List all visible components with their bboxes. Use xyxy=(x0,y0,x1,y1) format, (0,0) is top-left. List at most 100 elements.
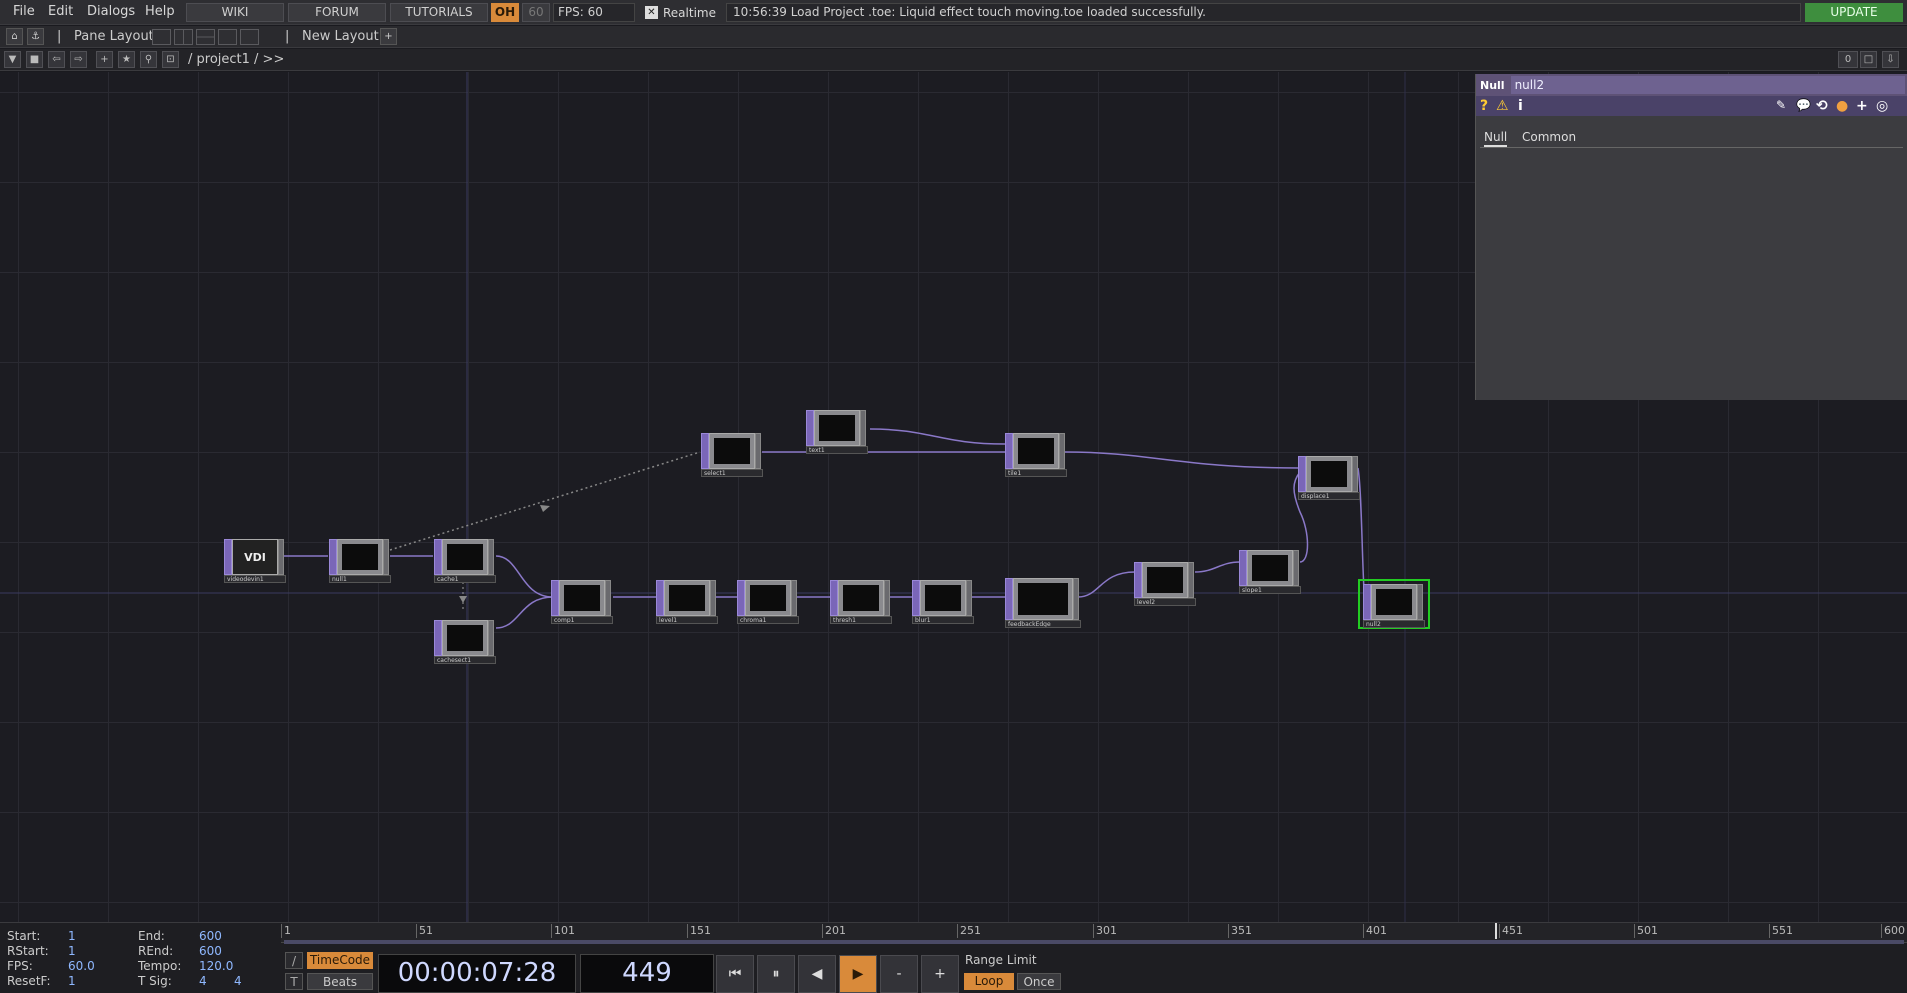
operator-name: text1 xyxy=(806,446,868,454)
reset-icon[interactable]: ⟲ xyxy=(1816,98,1828,114)
comment-icon[interactable]: 💬 xyxy=(1796,98,1811,112)
frame-display[interactable]: 449 xyxy=(580,954,714,993)
operator-null1[interactable]: null1 xyxy=(329,539,391,583)
playhead[interactable] xyxy=(1495,923,1497,939)
edit-icon[interactable]: ✎ xyxy=(1776,98,1786,112)
menu-dialogs[interactable]: Dialogs xyxy=(87,4,135,19)
help-icon[interactable]: ? xyxy=(1480,98,1488,114)
wiki-button[interactable]: WIKI xyxy=(186,3,284,22)
pane-layout-single-icon[interactable] xyxy=(152,29,171,45)
tempo-value[interactable]: 120.0 xyxy=(199,959,233,973)
tab-common[interactable]: Common xyxy=(1522,130,1576,144)
status-message: 10:56:39 Load Project .toe: Liquid effec… xyxy=(726,3,1801,22)
new-layout-label: New Layout xyxy=(302,29,379,44)
fps-display: FPS: 60 xyxy=(553,3,635,22)
tab-null[interactable]: Null xyxy=(1484,130,1508,147)
step-minus-button[interactable]: - xyxy=(880,955,918,993)
stop-icon[interactable]: ■ xyxy=(26,51,43,68)
tutorials-button[interactable]: TUTORIALS xyxy=(390,3,488,22)
operator-cache1[interactable]: cache1 xyxy=(434,539,496,583)
menu-help[interactable]: Help xyxy=(145,4,175,19)
timecode-display[interactable]: 00:00:07:28 xyxy=(378,954,576,993)
step-plus-button[interactable]: + xyxy=(921,955,959,993)
range-limit-label: Range Limit xyxy=(965,953,1037,967)
resetf-label: ResetF: xyxy=(7,974,51,988)
add-param-icon[interactable]: + xyxy=(1856,98,1868,114)
info-icon[interactable]: i xyxy=(1518,98,1523,114)
operator-videodevin1[interactable]: VDI videodevin1 xyxy=(224,539,286,583)
pause-button[interactable]: ⏸ xyxy=(757,955,795,993)
search-icon[interactable]: ⚲ xyxy=(140,51,157,68)
network-icon[interactable]: ⌂ xyxy=(6,28,23,45)
add-layout-button[interactable]: + xyxy=(380,28,397,45)
operator-slope1[interactable]: slope1 xyxy=(1239,550,1301,594)
end-value[interactable]: 600 xyxy=(199,929,222,943)
pane-layout-quad-icon[interactable] xyxy=(240,29,259,45)
operator-null2-selected[interactable]: null2 xyxy=(1358,579,1430,629)
rend-value[interactable]: 600 xyxy=(199,944,222,958)
step-back-button[interactable]: ◀ xyxy=(798,955,836,993)
operator-name: level1 xyxy=(656,616,718,624)
operator-comp1[interactable]: comp1 xyxy=(551,580,613,624)
operator-tile1[interactable]: tile1 xyxy=(1005,433,1067,477)
update-button[interactable]: UPDATE xyxy=(1805,3,1903,22)
star-icon[interactable]: ★ xyxy=(118,51,135,68)
once-button[interactable]: Once xyxy=(1017,973,1061,990)
tick: 351 xyxy=(1228,924,1252,938)
operator-thresh1[interactable]: thresh1 xyxy=(830,580,892,624)
add-icon[interactable]: + xyxy=(96,51,113,68)
python-help-icon[interactable]: ⚠ xyxy=(1496,98,1509,114)
tick: 201 xyxy=(822,924,846,938)
count-field: 0 xyxy=(1838,51,1858,68)
operator-chroma1[interactable]: chroma1 xyxy=(737,580,799,624)
forward-arrow-icon[interactable]: ⇨ xyxy=(70,51,87,68)
range-bar[interactable] xyxy=(284,940,1904,944)
timeline-t-button[interactable]: T xyxy=(285,973,303,990)
operator-level1[interactable]: level1 xyxy=(656,580,718,624)
timecode-toggle[interactable]: TimeCode xyxy=(307,952,373,969)
resetf-value[interactable]: 1 xyxy=(68,974,76,988)
fps-limit-button[interactable]: 60 xyxy=(522,3,550,22)
forum-button[interactable]: FORUM xyxy=(288,3,386,22)
operator-blur1[interactable]: blur1 xyxy=(912,580,974,624)
operator-level2[interactable]: level2 xyxy=(1134,562,1196,606)
fps-value[interactable]: 60.0 xyxy=(68,959,95,973)
oh-button[interactable]: OH xyxy=(491,3,519,22)
play-button[interactable]: ▶ xyxy=(839,955,877,993)
pane-layout-split-v-icon[interactable] xyxy=(174,29,193,45)
operator-name-field[interactable]: null2 xyxy=(1510,76,1905,94)
dropdown-icon[interactable]: ▼ xyxy=(4,51,21,68)
rewind-button[interactable]: ⏮ xyxy=(716,955,754,993)
target-icon[interactable]: ◎ xyxy=(1876,98,1888,114)
anchor-icon[interactable]: ⚓ xyxy=(27,28,44,45)
beats-toggle[interactable]: Beats xyxy=(307,973,373,990)
start-value[interactable]: 1 xyxy=(68,929,76,943)
menu-file[interactable]: File xyxy=(13,4,35,19)
color-icon[interactable]: ● xyxy=(1836,98,1848,114)
loop-button[interactable]: Loop xyxy=(964,973,1014,990)
timeline-toggle-button[interactable]: / xyxy=(285,952,303,969)
operator-name: displace1 xyxy=(1298,492,1360,500)
operator-name: videodevin1 xyxy=(224,575,286,583)
export-icon[interactable]: ⇩ xyxy=(1882,51,1899,68)
operator-cachesect1[interactable]: cachesect1 xyxy=(434,620,496,664)
operator-feedbackedge[interactable]: feedbackEdge xyxy=(1005,578,1081,628)
maximize-icon[interactable]: □ xyxy=(1860,51,1877,68)
back-arrow-icon[interactable]: ⇦ xyxy=(48,51,65,68)
rstart-value[interactable]: 1 xyxy=(68,944,76,958)
pin-icon[interactable]: ⊡ xyxy=(162,51,179,68)
fps-label: FPS: xyxy=(7,959,33,973)
pane-layout-triple-icon[interactable] xyxy=(218,29,237,45)
tsig-label: T Sig: xyxy=(138,974,172,988)
operator-type: Null xyxy=(1480,78,1505,92)
operator-displace1[interactable]: displace1 xyxy=(1298,456,1360,500)
tsig-denominator[interactable]: 4 xyxy=(234,974,242,988)
tick: 51 xyxy=(416,924,433,938)
network-path[interactable]: / project1 / >> xyxy=(188,52,284,67)
operator-select1[interactable]: select1 xyxy=(701,433,763,477)
realtime-checkbox[interactable]: ✕ xyxy=(645,6,658,19)
operator-text1[interactable]: text1 xyxy=(806,410,868,454)
menu-edit[interactable]: Edit xyxy=(48,4,73,19)
pane-layout-split-h-icon[interactable] xyxy=(196,29,215,45)
tsig-numerator[interactable]: 4 xyxy=(199,974,207,988)
